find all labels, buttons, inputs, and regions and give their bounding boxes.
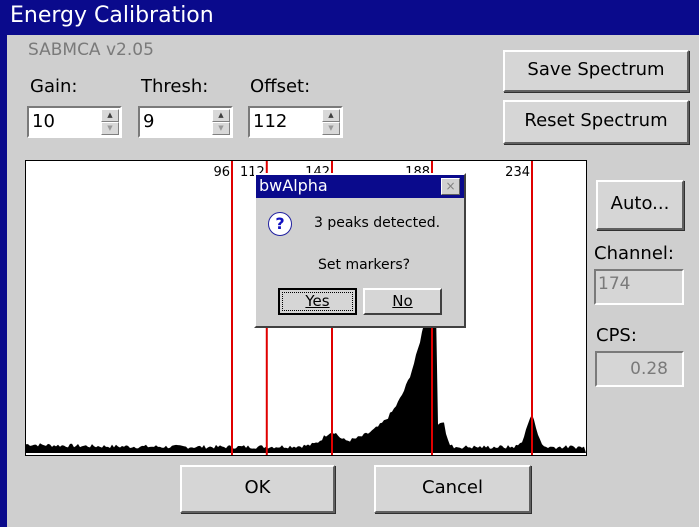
save-spectrum-button[interactable]: Save Spectrum: [503, 50, 689, 92]
question-icon: ?: [268, 212, 292, 236]
offset-spinner[interactable]: ▲ ▼: [322, 109, 340, 135]
gain-spinner[interactable]: ▲ ▼: [101, 109, 119, 135]
dialog-title-bar: bwAlpha ×: [256, 175, 464, 198]
gain-label: Gain:: [30, 76, 78, 97]
thresh-label: Thresh:: [141, 76, 209, 97]
reset-spectrum-button[interactable]: Reset Spectrum: [503, 100, 689, 144]
dialog-question: Set markers?: [318, 257, 411, 273]
cps-field: 0.28: [595, 351, 684, 387]
no-button[interactable]: No: [363, 288, 442, 315]
auto-button[interactable]: Auto...: [596, 180, 684, 230]
yes-button[interactable]: Yes: [278, 288, 357, 315]
no-label: No: [392, 292, 413, 310]
channel-label: Channel:: [594, 243, 674, 264]
window-border: [0, 35, 7, 527]
spin-down-icon[interactable]: ▼: [212, 122, 230, 135]
offset-value: 112: [253, 111, 288, 132]
channel-value: 174: [598, 274, 631, 294]
yes-label: Yes: [305, 292, 330, 310]
dialog-message: 3 peaks detected.: [314, 215, 441, 231]
cps-label: CPS:: [596, 325, 637, 346]
thresh-value: 9: [143, 111, 155, 132]
offset-field[interactable]: 112 ▲ ▼: [248, 106, 343, 138]
thresh-field[interactable]: 9 ▲ ▼: [138, 106, 233, 138]
gain-field[interactable]: 10 ▲ ▼: [27, 106, 122, 138]
spin-up-icon[interactable]: ▲: [101, 109, 119, 122]
close-icon[interactable]: ×: [441, 178, 460, 195]
thresh-spinner[interactable]: ▲ ▼: [212, 109, 230, 135]
dialog-box: bwAlpha × ? 3 peaks detected. Set marker…: [254, 173, 466, 328]
spin-down-icon[interactable]: ▼: [322, 122, 340, 135]
cancel-button[interactable]: Cancel: [374, 465, 531, 513]
marker-label-96: 96: [213, 165, 230, 180]
channel-field: 174: [594, 269, 684, 305]
version-label: SABMCA v2.05: [28, 40, 154, 60]
spin-up-icon[interactable]: ▲: [322, 109, 340, 122]
title-bar: Energy Calibration: [0, 0, 699, 35]
marker-label-234: 234: [505, 165, 530, 180]
dialog-title: bwAlpha: [259, 176, 328, 195]
spin-up-icon[interactable]: ▲: [212, 109, 230, 122]
spin-down-icon[interactable]: ▼: [101, 122, 119, 135]
window-title: Energy Calibration: [10, 3, 214, 28]
offset-label: Offset:: [250, 76, 311, 97]
cps-value: 0.28: [630, 359, 668, 379]
gain-value: 10: [32, 111, 55, 132]
ok-button[interactable]: OK: [180, 465, 335, 513]
